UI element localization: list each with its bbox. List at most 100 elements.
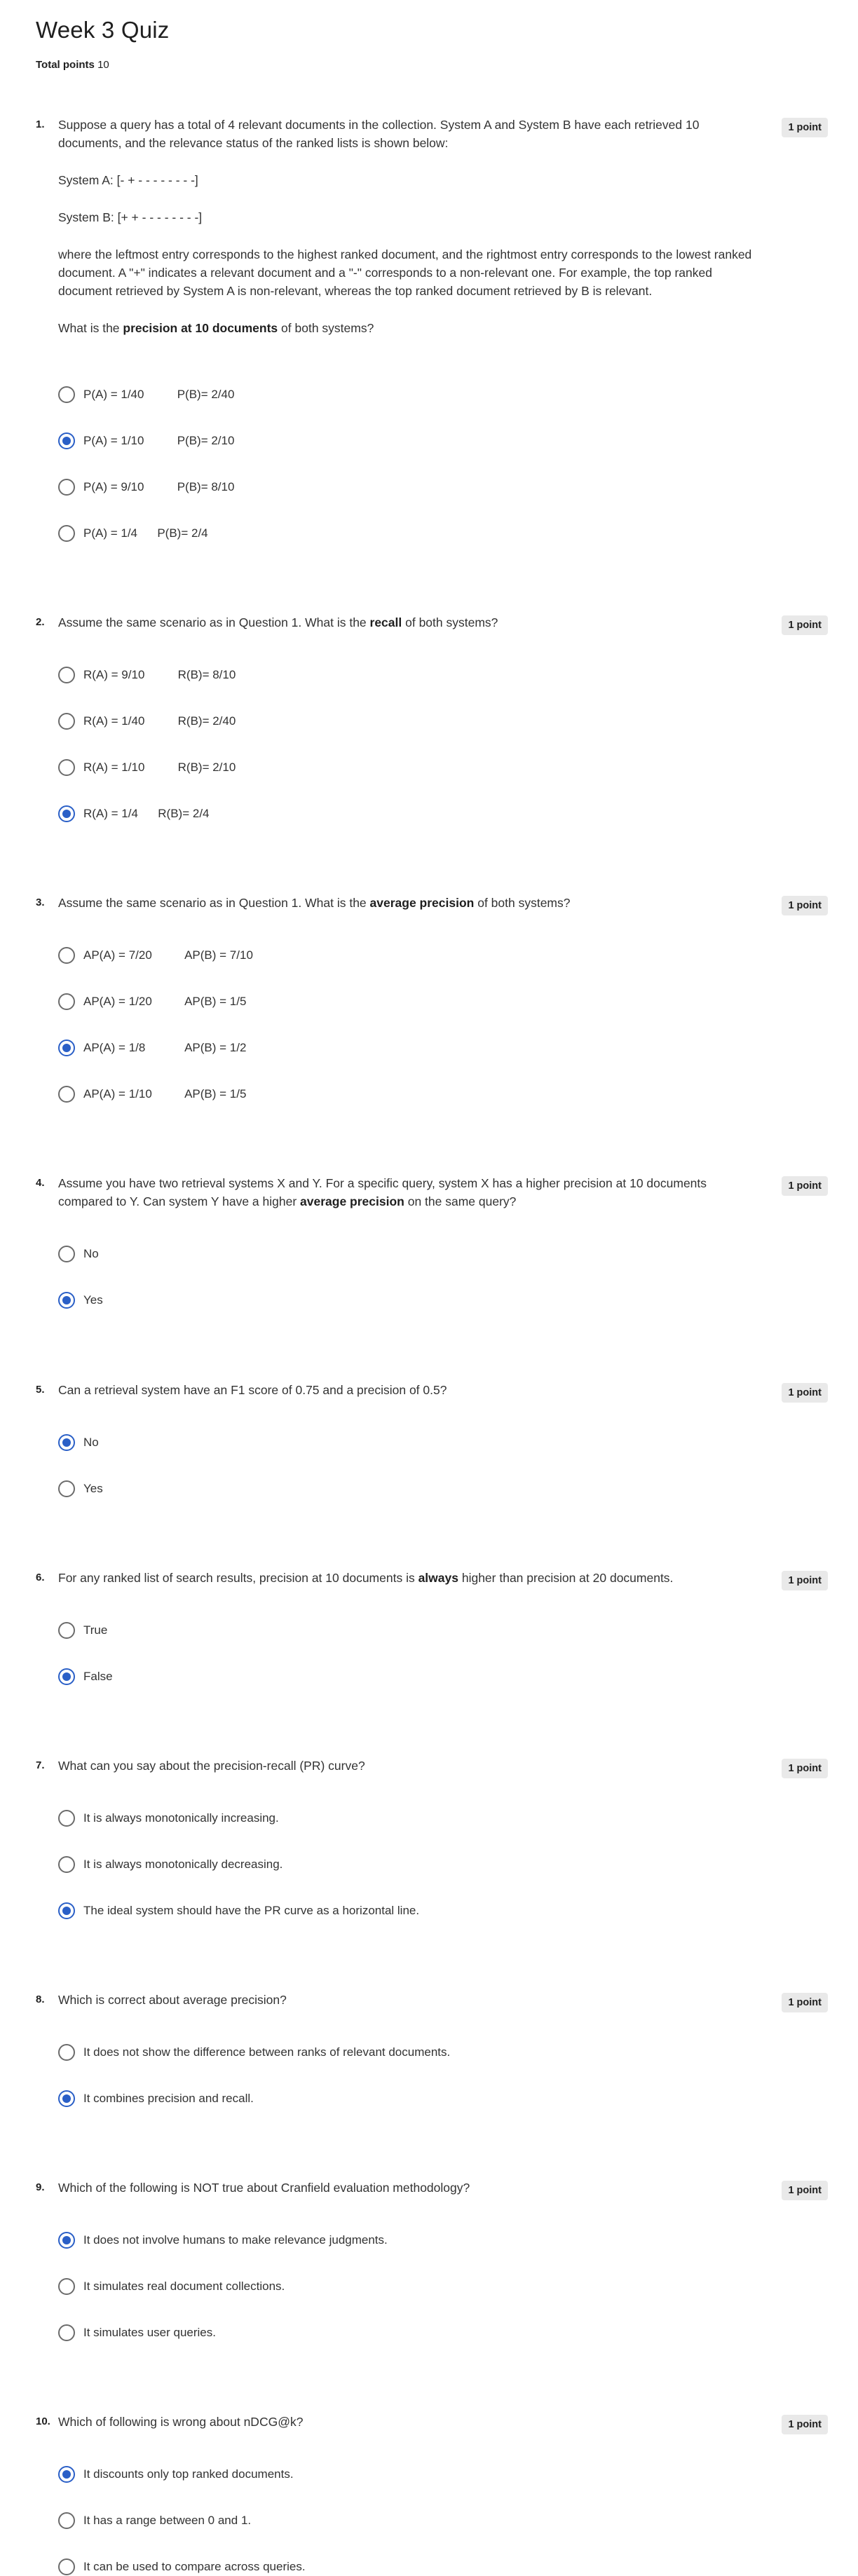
answer-option[interactable]: True: [58, 1621, 107, 1640]
radio-selected-icon[interactable]: [58, 1902, 75, 1919]
answer-option-label: No: [83, 1247, 99, 1260]
question-number: 4.: [36, 1177, 45, 1189]
question-text: For any ranked list of search results, p…: [58, 1569, 752, 1606]
answer-option-label: False: [83, 1670, 113, 1683]
points-badge: 1 point: [782, 1759, 828, 1778]
radio-unselected-icon[interactable]: [58, 479, 75, 496]
question-3: 3. 1 point Assume the same scenario as in …: [36, 896, 828, 1127]
question-prompt: Which of following is wrong about nDCG@k…: [58, 2415, 304, 2429]
points-badge: 1 point: [782, 118, 828, 137]
answer-option-label: It is always monotonically increasing.: [83, 1811, 279, 1825]
answer-option[interactable]: It combines precision and recall.: [58, 2089, 254, 2108]
question-prompt: Can a retrieval system have an F1 score …: [58, 1383, 447, 1397]
radio-unselected-icon[interactable]: [58, 1480, 75, 1497]
answer-option[interactable]: It has a range between 0 and 1.: [58, 2511, 251, 2530]
answer-option[interactable]: False: [58, 1667, 113, 1686]
radio-unselected-icon[interactable]: [58, 667, 75, 683]
points-badge: 1 point: [782, 1383, 828, 1403]
answer-option[interactable]: R(A) = 1/4 R(B)= 2/4: [58, 804, 210, 824]
answer-option[interactable]: It discounts only top ranked documents.: [58, 2465, 294, 2484]
radio-unselected-icon[interactable]: [58, 713, 75, 730]
answer-option[interactable]: No: [58, 1244, 99, 1264]
question-9: 9. 1 point Which of the following is NOT t…: [36, 2181, 828, 2412]
answer-option[interactable]: AP(A) = 1/8 AP(B) = 1/2: [58, 1038, 246, 1058]
answer-option[interactable]: It can be used to compare across queries…: [58, 2557, 306, 2576]
question-text: Assume the same scenario as in Question …: [58, 894, 752, 931]
question-text: Which of the following is NOT true about…: [58, 2179, 752, 2216]
answer-option-label: Yes: [83, 1293, 103, 1307]
prompt-emphasis: precision at 10 documents: [123, 321, 278, 335]
answer-option[interactable]: P(A) = 1/40 P(B)= 2/40: [58, 385, 234, 404]
radio-unselected-icon[interactable]: [58, 2512, 75, 2529]
answer-option[interactable]: P(A) = 1/4 P(B)= 2/4: [58, 524, 208, 543]
answer-option[interactable]: It is always monotonically decreasing.: [58, 1855, 282, 1874]
answer-option[interactable]: It simulates real document collections.: [58, 2277, 285, 2296]
answer-option[interactable]: P(A) = 9/10 P(B)= 8/10: [58, 477, 234, 497]
answer-option[interactable]: AP(A) = 7/20 AP(B) = 7/10: [58, 946, 253, 965]
radio-selected-icon[interactable]: [58, 2090, 75, 2107]
answer-option[interactable]: P(A) = 1/10 P(B)= 2/10: [58, 431, 234, 451]
radio-unselected-icon[interactable]: [58, 947, 75, 964]
answer-option[interactable]: It is always monotonically increasing.: [58, 1808, 279, 1828]
answer-option[interactable]: R(A) = 9/10 R(B)= 8/10: [58, 665, 236, 685]
radio-unselected-icon[interactable]: [58, 525, 75, 542]
answer-option[interactable]: AP(A) = 1/10 AP(B) = 1/5: [58, 1084, 246, 1104]
radio-unselected-icon[interactable]: [58, 2558, 75, 2575]
radio-unselected-icon[interactable]: [58, 1246, 75, 1262]
answer-option-label: R(A) = 1/10 R(B)= 2/10: [83, 761, 236, 774]
total-points-label: Total points: [36, 59, 95, 71]
radio-selected-icon[interactable]: [58, 805, 75, 822]
radio-selected-icon[interactable]: [58, 432, 75, 449]
answer-option[interactable]: AP(A) = 1/20 AP(B) = 1/5: [58, 992, 246, 1011]
answer-option[interactable]: The ideal system should have the PR curv…: [58, 1901, 419, 1921]
answer-option[interactable]: It does not show the difference between …: [58, 2043, 450, 2062]
points-badge: 1 point: [782, 2415, 828, 2434]
answer-option[interactable]: It does not involve humans to make relev…: [58, 2230, 388, 2250]
points-badge: 1 point: [782, 615, 828, 635]
answer-option[interactable]: No: [58, 1433, 99, 1452]
radio-unselected-icon[interactable]: [58, 386, 75, 403]
answer-option-label: P(A) = 1/10 P(B)= 2/10: [83, 434, 235, 447]
answer-option[interactable]: R(A) = 1/10 R(B)= 2/10: [58, 758, 236, 777]
radio-unselected-icon[interactable]: [58, 993, 75, 1010]
radio-selected-icon[interactable]: [58, 2466, 75, 2483]
answer-option-label: It simulates user queries.: [83, 2326, 216, 2339]
question-number: 7.: [36, 1759, 45, 1771]
question-text: What can you say about the precision-rec…: [58, 1757, 752, 1794]
question-text: Assume you have two retrieval systems X …: [58, 1174, 752, 1229]
radio-unselected-icon[interactable]: [58, 1086, 75, 1103]
radio-selected-icon[interactable]: [58, 2232, 75, 2249]
radio-unselected-icon[interactable]: [58, 2278, 75, 2295]
radio-unselected-icon[interactable]: [58, 1622, 75, 1639]
points-badge: 1 point: [782, 1571, 828, 1590]
answer-option[interactable]: Yes: [58, 1479, 103, 1499]
radio-selected-icon[interactable]: [58, 1668, 75, 1685]
question-prompt: Which is correct about average precision…: [58, 1993, 287, 2007]
answer-option-label: It has a range between 0 and 1.: [83, 2514, 252, 2527]
question-number: 2.: [36, 616, 45, 628]
radio-unselected-icon[interactable]: [58, 759, 75, 776]
radio-unselected-icon[interactable]: [58, 1810, 75, 1827]
answer-option-label: R(A) = 9/10 R(B)= 8/10: [83, 668, 236, 681]
answer-option-label: P(A) = 1/4 P(B)= 2/4: [83, 526, 208, 540]
answer-option-label: AP(A) = 1/8 AP(B) = 1/2: [83, 1041, 247, 1054]
question-prompt: Assume the same scenario as in Question …: [58, 896, 571, 910]
question-prompt: Which of the following is NOT true about…: [58, 2181, 470, 2195]
radio-selected-icon[interactable]: [58, 1434, 75, 1451]
answer-option[interactable]: R(A) = 1/40 R(B)= 2/40: [58, 711, 236, 731]
answer-option-label: True: [83, 1623, 108, 1637]
answer-option-label: It can be used to compare across queries…: [83, 2560, 306, 2573]
radio-selected-icon[interactable]: [58, 1292, 75, 1309]
answer-option[interactable]: It simulates user queries.: [58, 2323, 216, 2343]
question-7: 7. 1 point What can you say about the prec…: [36, 1759, 828, 1990]
answer-option-label: It does not show the difference between …: [83, 2045, 451, 2059]
answer-option[interactable]: Yes: [58, 1290, 103, 1310]
answer-option-label: P(A) = 1/40 P(B)= 2/40: [83, 388, 235, 401]
radio-unselected-icon[interactable]: [58, 2324, 75, 2341]
question-text: Can a retrieval system have an F1 score …: [58, 1381, 752, 1418]
radio-selected-icon[interactable]: [58, 1040, 75, 1056]
question-prompt: Assume you have two retrieval systems X …: [58, 1176, 707, 1208]
radio-unselected-icon[interactable]: [58, 2044, 75, 2061]
prompt-emphasis: average precision: [300, 1194, 404, 1208]
radio-unselected-icon[interactable]: [58, 1856, 75, 1873]
